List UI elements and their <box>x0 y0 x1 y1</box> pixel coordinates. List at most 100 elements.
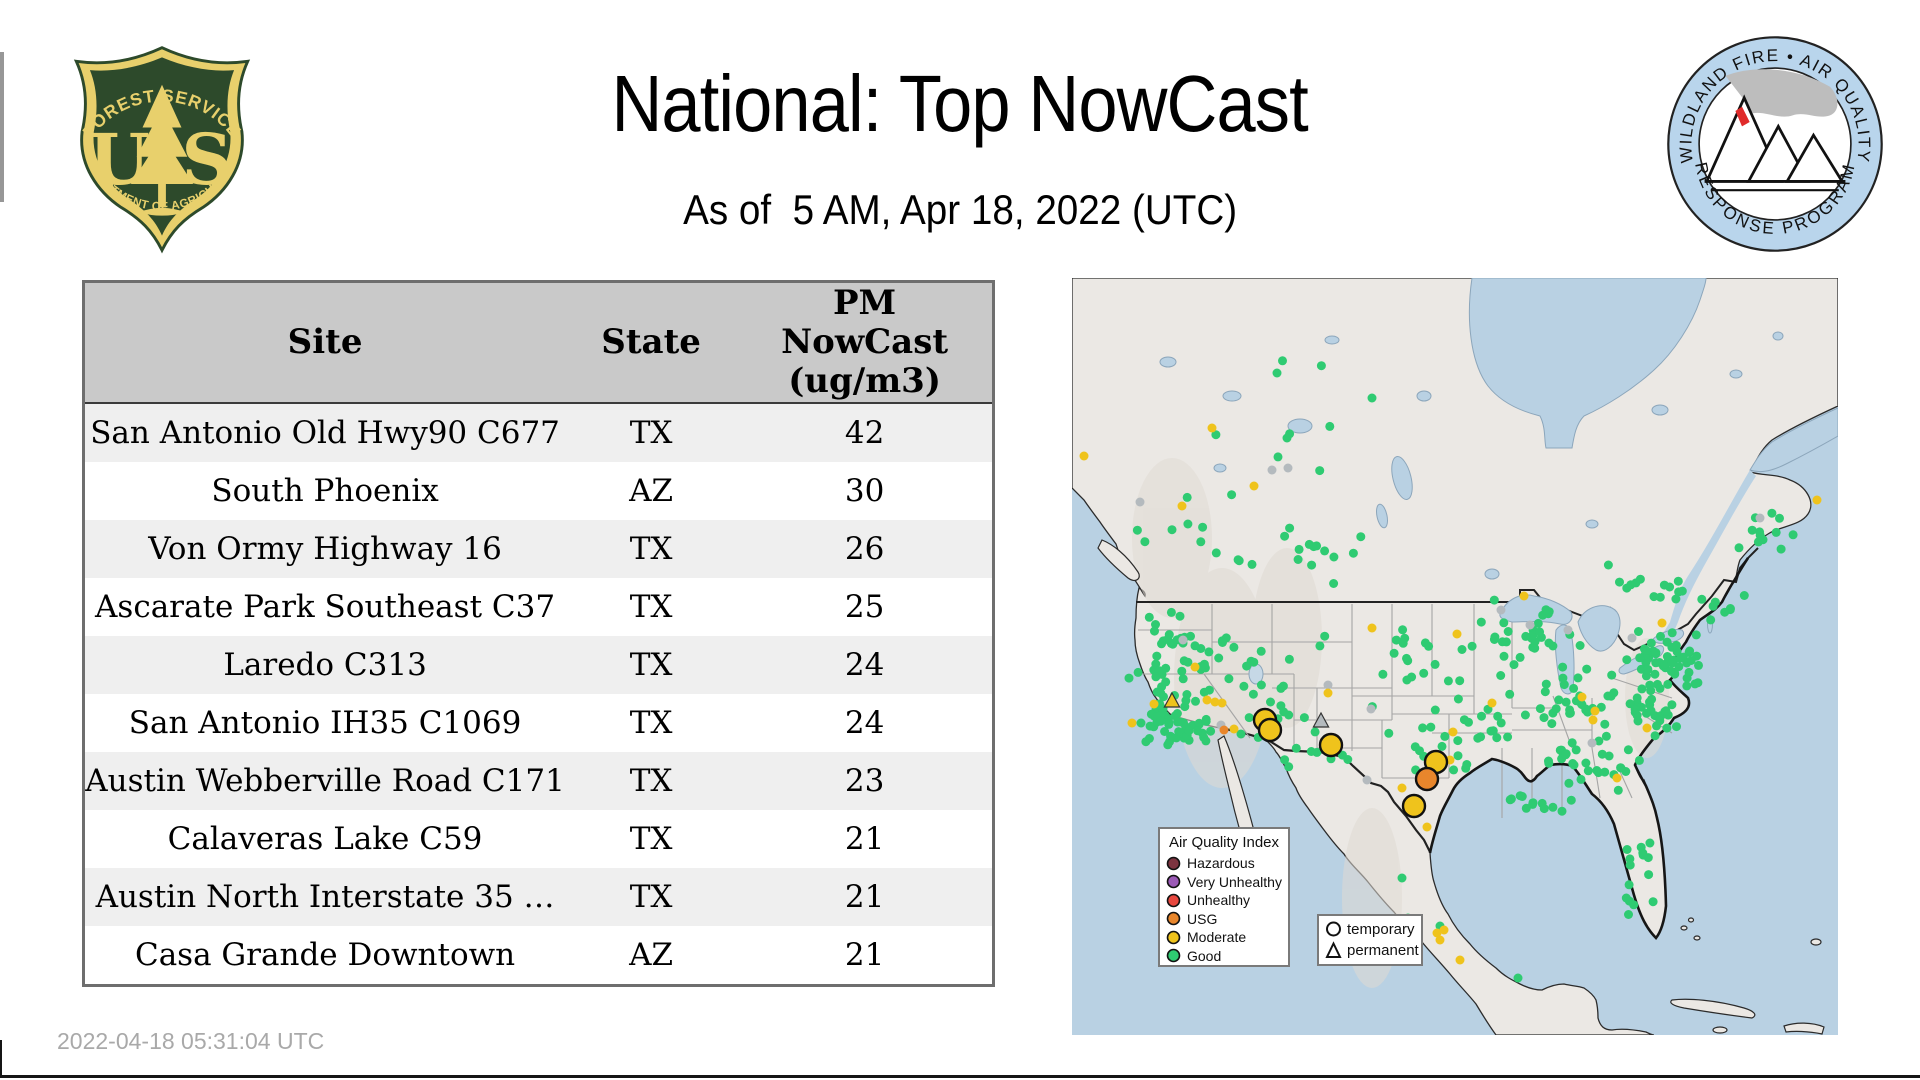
state-cell: TX <box>629 705 673 741</box>
aqi-dot-good <box>1564 778 1574 788</box>
aqi-dot-good <box>1156 688 1166 698</box>
aqi-dot-good <box>1685 646 1695 656</box>
aqi-legend-label: Very Unhealthy <box>1187 873 1282 890</box>
aqi-dot-good <box>1191 696 1200 706</box>
aqi-dot-good <box>1673 576 1683 586</box>
aqi-dot-good <box>1419 668 1429 678</box>
aqi-dot-good <box>1521 631 1531 641</box>
aqi-dot-good <box>1320 546 1330 556</box>
aqi-dot-good <box>1167 525 1177 535</box>
aqi-dot-good <box>1150 626 1159 636</box>
aqi-dot-moderate <box>1657 618 1667 628</box>
aqi-dot-moderate <box>1190 662 1200 672</box>
aqi-dot-good <box>1398 625 1408 635</box>
aqi-dot-moderate <box>1127 718 1137 728</box>
aqi-dot-good <box>1201 736 1211 746</box>
aqi-dot-good <box>1124 673 1134 683</box>
aqi-dot-good <box>1624 880 1634 890</box>
aqi-dot-good <box>1636 702 1646 712</box>
state-cell: TX <box>629 821 673 857</box>
aqi-dot-good <box>1616 763 1626 773</box>
state-cell: TX <box>629 647 673 683</box>
aqi-dot-moderate <box>1812 495 1822 505</box>
aqi-dot-good <box>1557 806 1567 816</box>
aqi-dot-good <box>1776 544 1786 554</box>
aqi-dot-good <box>1151 672 1161 682</box>
aqi-dot-good <box>1152 651 1162 661</box>
aqi-dot-good <box>1211 548 1221 558</box>
aqi-legend-label: Moderate <box>1187 929 1247 946</box>
aqi-dot-good <box>1547 719 1557 729</box>
state-cell: TX <box>629 879 673 915</box>
aqi-dot-good <box>1615 577 1624 587</box>
triangle-marker-icon <box>1325 941 1342 958</box>
aqi-dot-good <box>1164 719 1174 729</box>
aqi-dot-good <box>1622 655 1632 665</box>
aqi-dot-good <box>1623 745 1633 755</box>
aqi-dot-good <box>1310 727 1320 737</box>
aqi-dot-good <box>1196 537 1206 547</box>
aqi-dot-moderate <box>1452 629 1462 639</box>
aqi-dot-good <box>1244 713 1254 723</box>
aqi-dot-good <box>1739 591 1749 600</box>
aqi-dot-good <box>1367 393 1377 403</box>
aqi-dot-moderate <box>1612 773 1622 783</box>
aqi-dot-good <box>1629 900 1639 910</box>
aqi-dot-good <box>1684 667 1694 677</box>
aqi-dot-good <box>1775 513 1784 523</box>
column-header-site: Site <box>83 281 566 404</box>
aqi-dot-good <box>1464 717 1473 727</box>
value-cell: 21 <box>844 937 885 973</box>
aqi-dot-good <box>1513 973 1523 983</box>
aqi-dot-good <box>1569 683 1579 693</box>
aqi-dot-icon <box>1166 911 1181 926</box>
wfaqrp-logo: WILDLAND FIRE • AIR QUALITY RESPONSE PRO… <box>1667 36 1883 252</box>
column-header-value: PM NowCast (ug/m3) <box>737 281 994 404</box>
jamaica <box>1712 1026 1728 1034</box>
edge-artifact-bottom <box>0 1075 1920 1078</box>
aqi-dot-good <box>1622 845 1632 854</box>
table-body: San Antonio Old Hwy90 C677 TX 42 South Phoe… <box>83 403 994 986</box>
aqi-dot-good <box>1249 657 1259 667</box>
aqi-dot-moderate <box>1435 935 1445 945</box>
small-island <box>1810 938 1822 946</box>
aqi-dot-good <box>1476 617 1486 627</box>
aqi-dot-good <box>1682 681 1692 691</box>
table-row: South Phoenix AZ 30 <box>83 462 994 520</box>
aqi-dot-good <box>1667 658 1677 668</box>
aqi-dot-good <box>1144 612 1154 622</box>
aqi-dot-good <box>1437 741 1447 751</box>
aqi-map: Air Quality Index Hazardous Very Unhealt… <box>1072 278 1838 1035</box>
state-cell: TX <box>629 763 673 799</box>
aqi-dot-icon <box>1166 893 1181 908</box>
aqi-dot-good <box>1410 742 1420 752</box>
aqi-legend-item: Hazardous <box>1166 854 1282 873</box>
marker-type-legend: temporary permanent <box>1317 914 1423 966</box>
aqi-dot-good <box>1672 722 1681 732</box>
aqi-dot-good <box>1686 656 1696 665</box>
aqi-dot-good <box>1565 705 1575 715</box>
site-cell: South Phoenix <box>211 473 439 509</box>
value-cell: 24 <box>844 647 885 683</box>
aqi-dot-good <box>1430 659 1440 669</box>
aqi-dot-good <box>1397 873 1407 883</box>
aqi-dot-good <box>1600 767 1610 777</box>
aqi-dot-good <box>1440 731 1450 741</box>
aqi-dot-good <box>1655 716 1665 726</box>
aqi-dot-good <box>1272 368 1282 378</box>
aqi-dot-good <box>1315 641 1325 651</box>
aqi-dot-good <box>1603 560 1613 570</box>
aqi-dot-good <box>1426 722 1436 732</box>
aqi-dot-moderate <box>1448 727 1458 737</box>
aqi-dot-good <box>1278 356 1287 366</box>
aqi-dot-good <box>1329 552 1339 562</box>
aqi-dot-moderate <box>1229 724 1239 734</box>
aqi-dot-good <box>1561 750 1571 760</box>
site-cell: Laredo C313 <box>223 647 427 683</box>
aqi-dot-good <box>1645 838 1655 848</box>
table-row: Casa Grande Downtown AZ 21 <box>83 926 994 986</box>
aqi-dot-good <box>1278 681 1288 691</box>
edge-artifact-bottom-left <box>0 1040 2 1078</box>
top-site-marker-moderate <box>1257 717 1283 743</box>
aqi-dot-nodata <box>1323 680 1333 690</box>
